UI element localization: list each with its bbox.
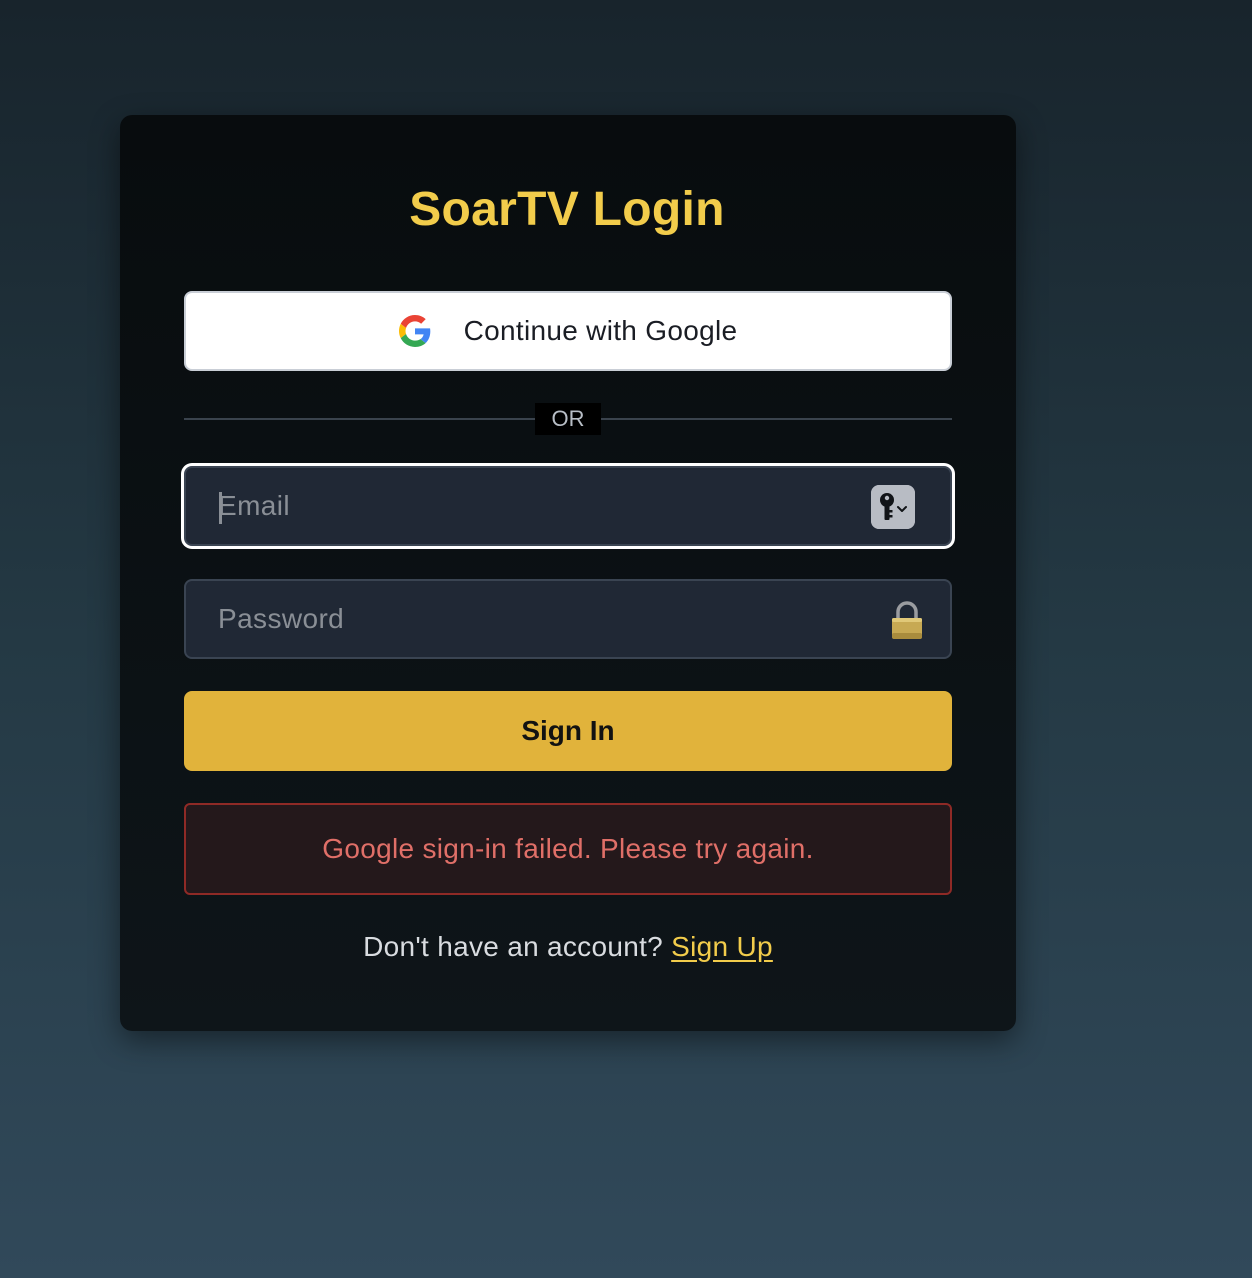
signup-prompt-line: Don't have an account? Sign Up [0,928,1136,966]
password-input[interactable] [218,581,858,657]
page-title: SoarTV Login [409,183,725,236]
text-cursor [219,492,222,524]
signup-link[interactable]: Sign Up [671,931,773,962]
lock-icon [892,601,922,639]
google-icon [398,315,430,347]
sign-in-button[interactable]: Sign In [184,691,952,771]
email-field-wrapper [184,466,952,546]
key-icon[interactable] [871,485,915,529]
password-field-wrapper [184,579,952,659]
google-button-label: Continue with Google [463,315,738,346]
error-alert: Google sign-in failed. Please try again. [184,803,952,895]
error-message: Google sign-in failed. Please try again. [322,833,814,864]
google-signin-button[interactable]: Continue with Google [184,291,952,371]
email-input[interactable] [218,468,858,544]
or-separator: OR [535,403,601,435]
signup-prompt-text: Don't have an account? [363,931,664,962]
